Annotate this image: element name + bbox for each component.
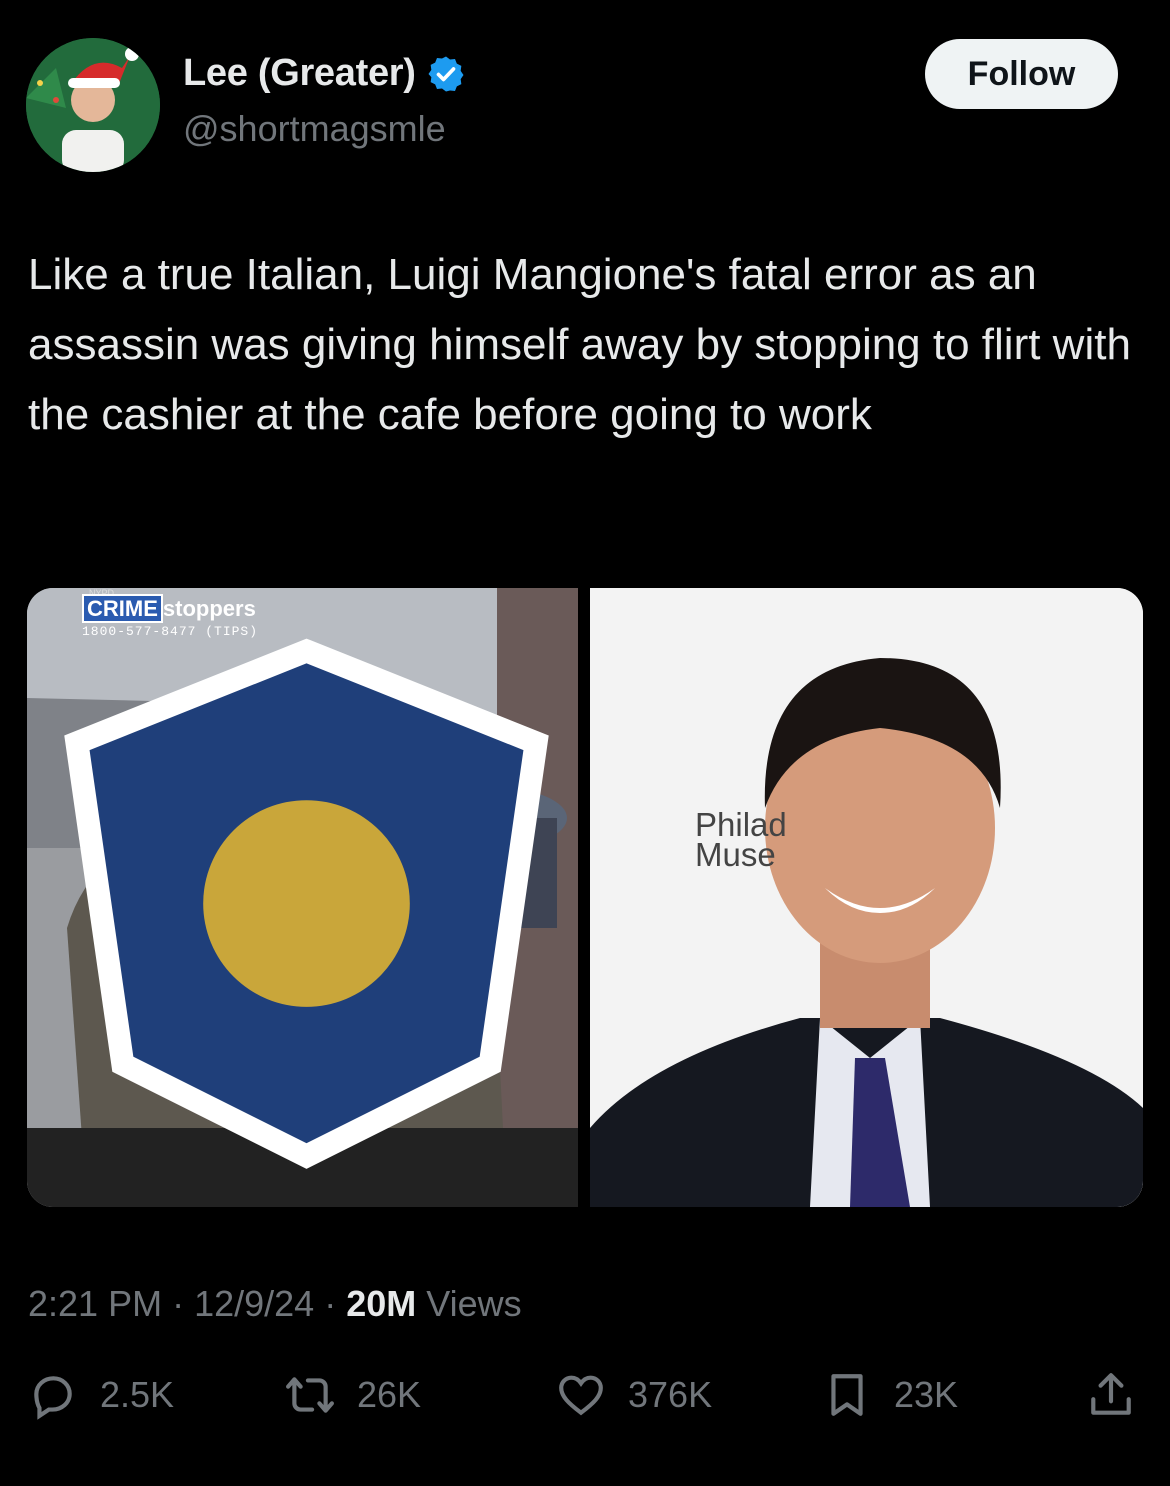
views-label: Views	[416, 1283, 522, 1324]
heart-icon	[559, 1375, 603, 1416]
tips-phone: 1800-577-8477 (TIPS)	[82, 624, 259, 639]
share-button[interactable]	[1086, 1370, 1136, 1420]
share-icon	[1091, 1373, 1131, 1415]
crime-text: CRIME	[82, 594, 163, 623]
bookmark-button[interactable]: 23K	[822, 1370, 958, 1420]
crimestoppers-brand: CRIME stoppers	[82, 594, 258, 623]
crimestoppers-badge: CRIME stoppers 1800-577-8477 (TIPS)	[82, 594, 259, 639]
museum-text-line2: Muse	[695, 836, 776, 873]
reply-count: 2.5K	[100, 1374, 175, 1415]
museum-backdrop-text: Philad Muse	[695, 808, 787, 873]
bookmark-icon	[831, 1374, 863, 1416]
repost-count: 26K	[357, 1374, 422, 1415]
tweet-date[interactable]: 12/9/24	[194, 1283, 314, 1325]
reply-button[interactable]: 2.5K	[28, 1370, 174, 1420]
tweet-time[interactable]: 2:21 PM	[28, 1283, 162, 1325]
tweet-meta: 2:21 PM · 12/9/24 · 20M Views	[28, 1283, 522, 1325]
repost-icon	[286, 1377, 334, 1413]
like-count: 376K	[628, 1374, 713, 1415]
verified-badge-icon	[428, 56, 464, 91]
avatar-image	[26, 38, 160, 172]
like-button[interactable]: 376K	[556, 1370, 712, 1420]
nypd-seal-icon	[64, 638, 549, 1169]
tweet-actions: 2.5K 26K 376K 23K	[0, 1370, 1170, 1440]
author-display-name[interactable]: Lee (Greater)	[183, 52, 416, 95]
views-count[interactable]: 20M	[346, 1283, 416, 1325]
follow-button[interactable]: Follow	[925, 39, 1118, 109]
tweet-text: Like a true Italian, Luigi Mangione's fa…	[28, 250, 1131, 439]
reply-icon	[34, 1376, 72, 1420]
author-handle[interactable]: @shortmagsmle	[183, 108, 446, 150]
media-image-left[interactable]: NYPD CRIME stoppers 1800-577-8477 (TIPS)	[27, 588, 578, 1207]
meta-separator: ·	[314, 1283, 347, 1324]
bookmark-count: 23K	[894, 1374, 959, 1415]
repost-button[interactable]: 26K	[285, 1370, 421, 1420]
author-avatar[interactable]	[26, 38, 160, 172]
tweet-media[interactable]: NYPD CRIME stoppers 1800-577-8477 (TIPS) …	[27, 588, 1143, 1207]
author-name-row: Lee (Greater)	[183, 52, 466, 95]
meta-separator: ·	[162, 1283, 195, 1324]
portrait-photo	[590, 588, 1143, 1207]
stoppers-text: stoppers	[162, 596, 256, 621]
media-image-right[interactable]: Philad Muse	[590, 588, 1143, 1207]
